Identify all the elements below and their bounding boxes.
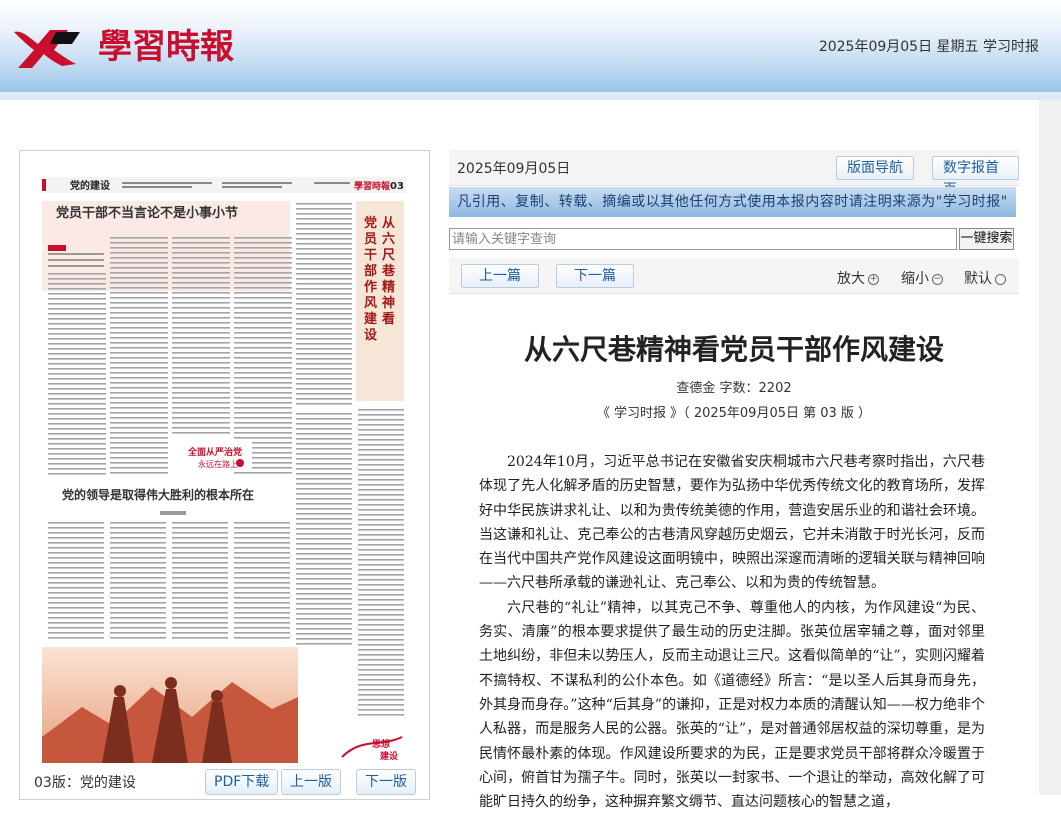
- np-headline-1: 党员干部不当言论不是小事小节: [56, 205, 238, 221]
- article-toolbar: 上一篇 下一篇 放大 + 缩小 − 默认: [449, 258, 1019, 294]
- zoom-in-control[interactable]: 放大 +: [837, 268, 879, 288]
- page-label: 03版：党的建设: [34, 775, 136, 791]
- svg-text:建设: 建设: [380, 750, 399, 762]
- article-body: 2024年10月，习近平总书记在安徽省安庆桐城市六尺巷考察时指出，六尺巷体现了先…: [479, 450, 985, 814]
- copyright-notice: 凡引用、复制、转载、摘编或以其他任何方式使用本报内容时请注明来源为"学习时报": [449, 187, 1016, 217]
- page-scrollbar[interactable]: [1039, 100, 1061, 795]
- zoom-in-icon: +: [868, 273, 879, 285]
- article-topbar: 2025年09月05日 版面导航 数字报首页: [449, 150, 1019, 198]
- svg-text:學習時報: 學習時報: [354, 180, 391, 192]
- article-source-meta: 《 学习时报 》（ 2025年09月05日 第 03 版 ）: [596, 406, 872, 421]
- zoom-out-label: 缩小: [901, 271, 929, 287]
- zoom-in-label: 放大: [837, 271, 865, 287]
- article-panel: 2025年09月05日 版面导航 数字报首页 凡引用、复制、转载、摘编或以其他任…: [449, 150, 1019, 810]
- site-header: 學習時報 2025年09月05日 星期五 学习时报: [0, 0, 1061, 100]
- article-paragraph: 2024年10月，习近平总书记在安徽省安庆桐城市六尺巷考察时指出，六尺巷体现了先…: [479, 454, 985, 592]
- issue-date: 2025年09月05日: [457, 161, 571, 177]
- article-title: 从六尺巷精神看党员干部作风建设: [523, 333, 944, 366]
- pdf-download-button[interactable]: PDF下载: [205, 769, 279, 795]
- np-section-title: 党的建设: [70, 179, 110, 192]
- newspaper-page-panel: 党的建设 學習時報 03 党员干部不当言论不是小事小节 从六尺巷精神看 党员干部…: [19, 150, 430, 800]
- search-input[interactable]: [449, 228, 957, 250]
- zoom-default-control[interactable]: 默认: [964, 268, 1006, 288]
- svg-text:全面从严治党: 全面从严治党: [187, 446, 242, 458]
- search-button[interactable]: 一键搜索: [959, 228, 1014, 250]
- header-date: 2025年09月05日 星期五 学习时报: [818, 39, 1039, 55]
- site-logo[interactable]: 學習時報: [10, 20, 240, 72]
- logo-text: 學習時報: [98, 27, 234, 67]
- article-author-meta: 查德金 字数：2202: [676, 381, 792, 396]
- next-article-button[interactable]: 下一篇: [556, 264, 634, 288]
- layout-nav-button[interactable]: 版面导航: [836, 156, 914, 180]
- article-paragraph: 六尺巷的“礼让”精神，以其克己不争、尊重他人的内核，为作风建设“为民、务实、清廉…: [479, 599, 985, 811]
- digital-home-button[interactable]: 数字报首页: [932, 156, 1019, 198]
- prev-page-button[interactable]: 上一版: [281, 769, 341, 795]
- zoom-default-label: 默认: [964, 271, 992, 287]
- zoom-out-icon: −: [932, 273, 943, 285]
- next-page-button[interactable]: 下一版: [356, 769, 416, 795]
- zoom-out-control[interactable]: 缩小 −: [901, 268, 943, 288]
- svg-text:永远在路上: 永远在路上: [198, 459, 238, 469]
- zoom-default-icon: [995, 273, 1006, 285]
- prev-article-button[interactable]: 上一篇: [461, 264, 539, 288]
- np-headline-2: 党的领导是取得伟大胜利的根本所在: [62, 487, 254, 502]
- np-page-number: 03: [390, 181, 404, 192]
- svg-text:思想: 思想: [372, 738, 390, 750]
- newspaper-page-image[interactable]: 党的建设 學習時報 03 党员干部不当言论不是小事小节 从六尺巷精神看 党员干部…: [42, 177, 406, 767]
